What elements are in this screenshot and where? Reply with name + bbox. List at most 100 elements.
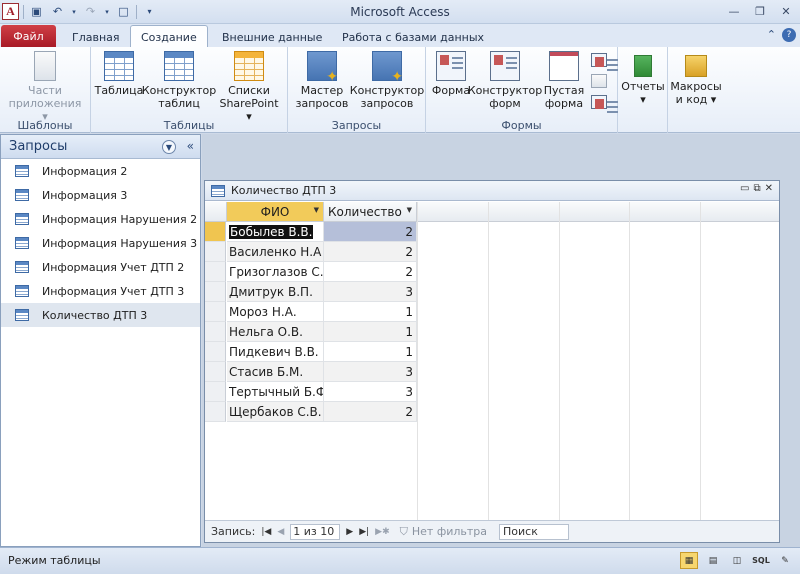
table-button[interactable]: Таблица xyxy=(95,51,143,97)
minimize-icon[interactable]: — xyxy=(722,2,746,20)
next-record-icon[interactable]: ▶ xyxy=(346,527,353,537)
nav-item[interactable]: Информация Нарушения 3 xyxy=(1,231,200,255)
macros-button[interactable]: Макросы и код ▾ xyxy=(668,51,724,106)
query-wizard-button[interactable]: Мастер запросов xyxy=(292,51,352,110)
nav-item[interactable]: Информация Учет ДТП 3 xyxy=(1,279,200,303)
help-icon[interactable]: ? xyxy=(782,28,796,42)
sharepoint-lists-button[interactable]: Списки SharePoint ▾ xyxy=(215,51,283,123)
record-selector[interactable] xyxy=(205,222,226,242)
cell-fio[interactable]: Бобылев В.В. xyxy=(227,222,324,242)
cell-count[interactable]: 1 xyxy=(324,342,417,362)
design-view-icon[interactable]: ✎ xyxy=(776,552,794,569)
search-input[interactable]: Поиск xyxy=(499,523,570,540)
record-selector[interactable] xyxy=(205,262,226,282)
last-record-icon[interactable]: ▶| xyxy=(359,527,369,537)
record-selector[interactable] xyxy=(205,242,226,262)
tab-external-data[interactable]: Внешние данные xyxy=(222,28,322,47)
nav-pane-menu-icon[interactable]: ▼ xyxy=(162,140,176,154)
doc-close-icon[interactable]: ✕ xyxy=(765,183,773,194)
doc-minimize-icon[interactable]: ▭ xyxy=(740,183,749,194)
form-design-button[interactable]: Конструктор форм xyxy=(468,51,542,110)
nav-item[interactable]: Информация 3 xyxy=(1,183,200,207)
record-selector[interactable] xyxy=(205,302,226,322)
first-record-icon[interactable]: |◀ xyxy=(261,527,271,537)
cell-count[interactable]: 3 xyxy=(324,282,417,302)
cell-fio[interactable]: Щербаков С.В. xyxy=(227,402,324,422)
group-queries: Мастер запросов Конструктор запросов Зап… xyxy=(288,47,426,133)
record-selector[interactable] xyxy=(205,342,226,362)
sql-view-button[interactable]: SQL xyxy=(752,552,770,569)
cell-fio[interactable]: Стасив Б.М. xyxy=(227,362,324,382)
record-selector[interactable] xyxy=(205,382,226,402)
sort-filter-icon[interactable]: ▼ xyxy=(314,206,319,214)
current-record-field[interactable]: 1 из 10 xyxy=(290,523,341,540)
column-header-count[interactable]: Количество ▼ xyxy=(324,202,417,222)
column-header-fio[interactable]: ФИО ▼ xyxy=(227,202,324,222)
minimize-ribbon-icon[interactable]: ⌃ xyxy=(767,28,776,42)
previous-record-icon[interactable]: ◀ xyxy=(277,527,284,537)
cell-count[interactable]: 2 xyxy=(324,242,417,262)
tab-home[interactable]: Главная xyxy=(72,28,120,47)
pivot-table-icon[interactable]: ▤ xyxy=(704,552,722,569)
sort-filter-icon[interactable]: ▼ xyxy=(407,206,412,214)
navigation-form-icon[interactable] xyxy=(591,74,607,88)
cell-fio[interactable]: Гризоглазов С. xyxy=(227,262,324,282)
query-design-button[interactable]: Конструктор запросов xyxy=(350,51,424,110)
cell-fio[interactable]: Василенко Н.А xyxy=(227,242,324,262)
pivot-chart-icon[interactable]: ◫ xyxy=(728,552,746,569)
document-title-bar[interactable]: Количество ДТП 3 ▭ ⧉ ✕ xyxy=(205,181,779,201)
restore-icon[interactable]: ❐ xyxy=(748,2,772,20)
group-forms: Форма Конструктор форм Пустая форма Форм… xyxy=(426,47,618,133)
cell-fio[interactable]: Мороз Н.А. xyxy=(227,302,324,322)
more-forms-icon[interactable] xyxy=(591,95,618,116)
cell-count[interactable]: 1 xyxy=(324,302,417,322)
cell-count[interactable]: 2 xyxy=(324,402,417,422)
nav-pane-header[interactable]: Запросы ▼ « xyxy=(1,135,200,159)
collapse-pane-icon[interactable]: « xyxy=(187,139,194,153)
new-record-icon[interactable]: ▶✱ xyxy=(375,527,389,537)
cell-count[interactable]: 2 xyxy=(324,262,417,282)
cell-count[interactable]: 3 xyxy=(324,362,417,382)
reports-button[interactable]: Отчеты ▾ xyxy=(620,51,666,106)
cell-fio[interactable]: Дмитрук В.П. xyxy=(227,282,324,302)
record-selector[interactable] xyxy=(205,322,226,342)
nav-item[interactable]: Информация Нарушения 2 xyxy=(1,207,200,231)
close-icon[interactable]: ✕ xyxy=(774,2,798,20)
select-all-corner[interactable] xyxy=(205,202,227,222)
tab-database-tools[interactable]: Работа с базами данных xyxy=(342,28,484,47)
doc-restore-icon[interactable]: ⧉ xyxy=(753,183,760,194)
cell-fio-text: Мороз Н.А. xyxy=(229,304,297,319)
blank-form-button[interactable]: Пустая форма xyxy=(540,51,588,110)
datasheet-grid: ФИО ▼ Количество ▼ Бобылев В.В. 2 Василенк… xyxy=(205,202,779,520)
datasheet-view-icon[interactable]: ▦ xyxy=(680,552,698,569)
cell-count[interactable]: 2 xyxy=(324,222,417,242)
record-selector[interactable] xyxy=(205,402,226,422)
nav-item[interactable]: Количество ДТП 3 xyxy=(1,303,200,327)
tab-file[interactable]: Файл xyxy=(1,25,56,47)
filter-indicator[interactable]: ⛉ Нет фильтра xyxy=(400,525,487,539)
record-label: Запись: xyxy=(211,525,256,538)
navigation-pane: Запросы ▼ « Информация 2 Информация 3 Инфо… xyxy=(0,134,201,547)
cell-fio[interactable]: Тертычный Б.Ф xyxy=(227,382,324,402)
tab-create[interactable]: Создание xyxy=(130,25,208,48)
cell-count[interactable]: 3 xyxy=(324,382,417,402)
app-parts-icon xyxy=(34,51,56,81)
record-selector[interactable] xyxy=(205,362,226,382)
form-wizard-icon[interactable] xyxy=(591,53,618,74)
cell-count[interactable]: 1 xyxy=(324,322,417,342)
cell-fio[interactable]: Нельга О.В. xyxy=(227,322,324,342)
record-selector[interactable] xyxy=(205,282,226,302)
column-header-count-label: Количество xyxy=(328,204,402,219)
form-button[interactable]: Форма xyxy=(430,51,472,97)
cell-fio[interactable]: Пидкевич В.В. xyxy=(227,342,324,362)
group-label-tables: Таблицы xyxy=(163,119,215,132)
header-row: ФИО ▼ Количество ▼ xyxy=(205,202,779,222)
table-design-button[interactable]: Конструктор таблиц xyxy=(142,51,216,110)
grid-line xyxy=(700,202,701,520)
nav-item[interactable]: Информация 2 xyxy=(1,159,200,183)
cell-fio-text: Пидкевич В.В. xyxy=(229,344,319,359)
sql-view-label: SQL xyxy=(752,556,770,565)
group-label-queries: Запросы xyxy=(331,119,382,132)
app-parts-button[interactable]: Части приложения ▾ xyxy=(6,51,84,123)
nav-item[interactable]: Информация Учет ДТП 2 xyxy=(1,255,200,279)
